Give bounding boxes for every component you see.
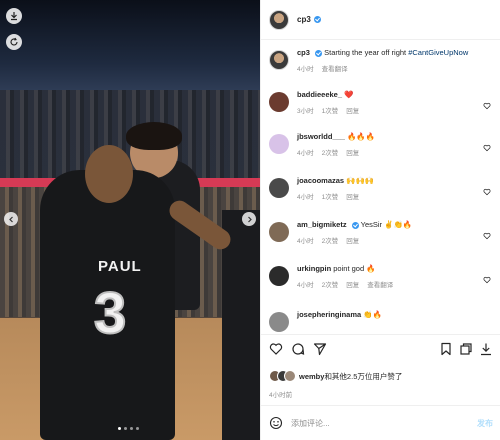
- comment-row: urkingpin point god 🔥 4小时 2次赞 回复 查看翻译: [269, 264, 495, 289]
- carousel-dot: [124, 427, 127, 430]
- comment-likes[interactable]: 2次赞: [322, 235, 339, 245]
- avatar[interactable]: [269, 178, 289, 198]
- avatar: [284, 370, 296, 382]
- verified-icon: [315, 49, 323, 57]
- caption-row: cp3 Starting the year off right #CantGiv…: [269, 48, 495, 73]
- comment-likes[interactable]: 2次赞: [322, 147, 339, 157]
- see-translation-link[interactable]: 查看翻译: [367, 279, 393, 289]
- comment-time: 4小时: [297, 238, 314, 245]
- heart-icon[interactable]: [269, 342, 283, 356]
- carousel-dot: [118, 427, 121, 430]
- share-icon[interactable]: [313, 342, 327, 356]
- comment-icon[interactable]: [291, 342, 305, 356]
- next-arrow-icon[interactable]: [242, 212, 256, 226]
- like-comment-heart-icon[interactable]: [483, 276, 491, 284]
- comment-username[interactable]: jbsworldd___: [297, 132, 345, 141]
- post-actions-bar: [261, 334, 500, 362]
- instagram-post-modal: PAUL 3 cp3 cp3 Starting the year off rig…: [0, 0, 500, 440]
- add-comment-bar: 添加评论... 发布: [261, 405, 500, 440]
- likes-text[interactable]: 和其他2.5万位用户赞了: [324, 372, 402, 381]
- arena-ceiling: [0, 0, 260, 90]
- jersey-name: PAUL: [98, 258, 142, 275]
- player-paul-head: [85, 145, 133, 203]
- like-comment-heart-icon[interactable]: [483, 144, 491, 152]
- carousel-dot: [136, 427, 139, 430]
- comment-likes[interactable]: 2次赞: [322, 279, 339, 289]
- emoji-icon[interactable]: [269, 416, 283, 430]
- comment-time: 4小时: [297, 194, 314, 201]
- avatar[interactable]: [269, 92, 289, 112]
- caption-username[interactable]: cp3: [297, 48, 310, 57]
- comment-row: jbsworldd___ 🔥🔥🔥 4小时 2次赞 回复: [269, 132, 495, 157]
- comment-text: YesSir ✌️👏🔥: [360, 220, 413, 229]
- verified-icon: [351, 221, 359, 229]
- avatar[interactable]: [269, 9, 289, 30]
- comment-row: josepheringinama 👏🔥: [269, 310, 495, 332]
- post-photo[interactable]: PAUL 3: [0, 0, 260, 440]
- comment-text: 🙌🙌🙌: [346, 176, 375, 185]
- refresh-icon[interactable]: [6, 34, 22, 50]
- download-icon[interactable]: [479, 342, 493, 356]
- reply-button[interactable]: 回复: [346, 191, 359, 201]
- comment-text: ❤️: [344, 90, 354, 99]
- comment-row: joacoomazas 🙌🙌🙌 4小时 1次赞 回复: [269, 176, 495, 201]
- avatar[interactable]: [269, 134, 289, 154]
- avatar[interactable]: [269, 312, 289, 332]
- comment-username[interactable]: josepheringinama: [297, 310, 361, 319]
- comment-time: 4小时: [297, 150, 314, 157]
- comment-text: 🔥🔥🔥: [347, 132, 376, 141]
- comment-username[interactable]: baddieeeke_: [297, 90, 342, 99]
- like-comment-heart-icon[interactable]: [483, 188, 491, 196]
- avatar[interactable]: [269, 50, 289, 70]
- comment-username[interactable]: joacoomazas: [297, 176, 344, 185]
- likes-username[interactable]: wemby: [299, 372, 324, 381]
- comment-time: 3小时: [297, 108, 314, 115]
- post-time: 4小时前: [269, 392, 293, 399]
- jersey-number: 3: [93, 281, 127, 346]
- caption-time: 4小时: [297, 66, 314, 73]
- comment-row: am_bigmiketz YesSir ✌️👏🔥 4小时 2次赞 回复: [269, 220, 495, 245]
- player-embracing-hair: [126, 122, 182, 150]
- liker-avatars: [269, 370, 296, 382]
- comment-row: baddieeeke_ ❤️ 3小时 1次赞 回复: [269, 90, 495, 115]
- post-side-panel: cp3 cp3 Starting the year off right #Can…: [260, 0, 500, 440]
- comment-time: 4小时: [297, 282, 314, 289]
- download-icon[interactable]: [6, 8, 22, 24]
- bookmark-icon[interactable]: [439, 342, 453, 356]
- carousel-dot: [130, 427, 133, 430]
- avatar[interactable]: [269, 266, 289, 286]
- comment-username[interactable]: am_bigmiketz: [297, 220, 347, 229]
- caption-hashtag[interactable]: #CantGiveUpNow: [408, 48, 468, 57]
- comment-likes[interactable]: 1次赞: [322, 105, 339, 115]
- carousel-dots: [118, 427, 139, 430]
- reply-button[interactable]: 回复: [346, 147, 359, 157]
- comment-input[interactable]: 添加评论...: [291, 418, 330, 429]
- header-username[interactable]: cp3: [297, 15, 311, 24]
- copy-link-icon[interactable]: [459, 342, 473, 356]
- comment-text: 👏🔥: [363, 310, 382, 319]
- comment-likes[interactable]: 1次赞: [322, 191, 339, 201]
- avatar[interactable]: [269, 222, 289, 242]
- like-comment-heart-icon[interactable]: [483, 102, 491, 110]
- see-translation-link[interactable]: 查看翻译: [322, 63, 348, 73]
- verified-icon: [313, 16, 321, 23]
- post-header: cp3: [261, 0, 500, 40]
- reply-button[interactable]: 回复: [346, 235, 359, 245]
- prev-arrow-icon[interactable]: [4, 212, 18, 226]
- likes-summary[interactable]: wemby和其他2.5万位用户赞了: [269, 370, 402, 382]
- comment-text: point god 🔥: [333, 264, 376, 273]
- reply-button[interactable]: 回复: [346, 105, 359, 115]
- caption-text: Starting the year off right: [324, 48, 407, 57]
- comments-list[interactable]: cp3 Starting the year off right #CantGiv…: [261, 40, 500, 332]
- comment-username[interactable]: urkingpin: [297, 264, 331, 273]
- like-comment-heart-icon[interactable]: [483, 232, 491, 240]
- post-comment-button[interactable]: 发布: [477, 418, 493, 429]
- reply-button[interactable]: 回复: [346, 279, 359, 289]
